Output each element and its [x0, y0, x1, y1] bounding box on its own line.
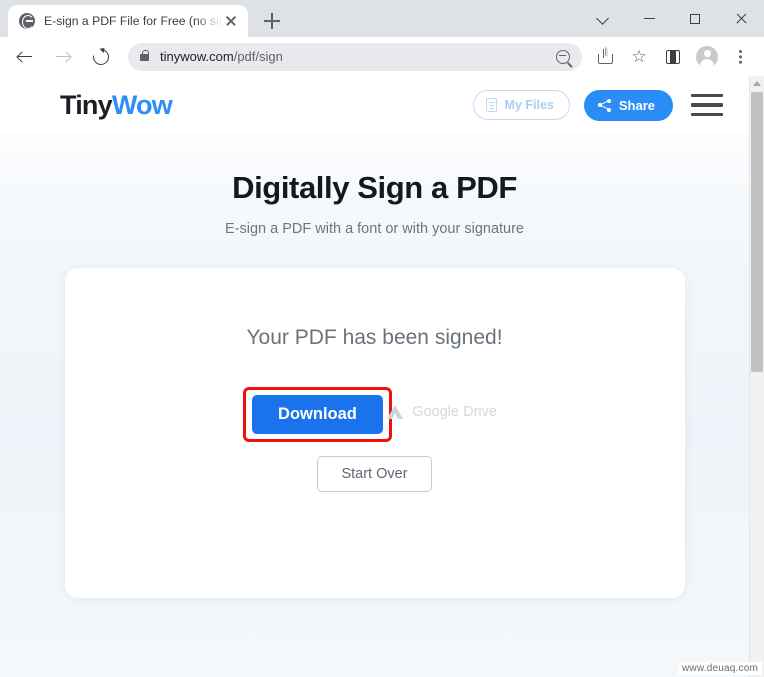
start-over-button[interactable]: Start Over — [317, 456, 432, 492]
back-button[interactable] — [10, 42, 40, 72]
kebab-menu-icon — [739, 49, 743, 65]
share-icon — [597, 49, 613, 64]
forward-arrow-icon — [55, 49, 71, 65]
page-scrollbar[interactable] — [749, 76, 764, 677]
browser-menu-button[interactable] — [726, 42, 756, 72]
globe-icon — [19, 13, 35, 29]
browser-toolbar: tinywow.com/pdf/sign ☆ — [0, 37, 764, 76]
lock-icon — [140, 49, 150, 61]
star-icon: ☆ — [631, 47, 647, 66]
download-button[interactable]: Download — [252, 395, 383, 434]
result-card: Your PDF has been signed! Download Googl… — [64, 268, 685, 598]
google-drive-icon — [387, 405, 404, 419]
bookmark-button[interactable]: ☆ — [624, 42, 654, 72]
page-title: Digitally Sign a PDF — [232, 170, 517, 205]
logo-wow: Wow — [111, 89, 173, 120]
forward-button[interactable] — [48, 42, 78, 72]
google-drive-button[interactable]: Google Drive — [387, 404, 497, 420]
site-logo[interactable]: TinyWow — [60, 89, 173, 121]
scroll-up-arrow[interactable] — [750, 77, 764, 90]
share-page-button[interactable]: Share — [583, 89, 673, 121]
hero-section: Digitally Sign a PDF E-sign a PDF with a… — [0, 134, 749, 237]
minimize-icon — [643, 17, 655, 20]
url-path: /pdf/sign — [233, 49, 283, 64]
window-close-button[interactable] — [718, 0, 764, 37]
browser-window: E-sign a PDF File for Free (no sig tinyw… — [0, 0, 764, 677]
back-arrow-icon — [17, 49, 33, 65]
signed-status-message: Your PDF has been signed! — [246, 326, 503, 349]
my-files-button[interactable]: My Files — [472, 90, 570, 120]
tab-close-icon[interactable] — [222, 12, 240, 30]
side-panel-icon — [666, 49, 680, 64]
profile-button[interactable] — [692, 42, 722, 72]
maximize-button[interactable] — [672, 0, 718, 37]
address-bar-text: tinywow.com/pdf/sign — [160, 49, 283, 64]
window-controls — [580, 0, 764, 37]
share-nodes-icon — [597, 98, 611, 112]
minimize-button[interactable] — [626, 0, 672, 37]
url-domain: tinywow.com — [160, 49, 234, 64]
tab-search-button[interactable] — [580, 0, 626, 37]
header-actions: My Files Share — [472, 89, 723, 121]
page-viewport: TinyWow My Files Share Digitally Sign a … — [0, 76, 764, 677]
tab-title: E-sign a PDF File for Free (no sig — [44, 14, 222, 28]
site-header: TinyWow My Files Share — [0, 76, 749, 134]
reload-icon — [89, 45, 113, 68]
side-panel-button[interactable] — [658, 42, 688, 72]
share-label: Share — [618, 97, 655, 113]
logo-tiny: Tiny — [60, 89, 113, 120]
watermark: www.deuaq.com — [678, 662, 762, 675]
document-icon — [485, 98, 497, 112]
maximize-icon — [690, 13, 700, 24]
share-button[interactable] — [590, 42, 620, 72]
page-subtitle: E-sign a PDF with a font or with your si… — [225, 221, 524, 237]
avatar-icon — [696, 45, 718, 68]
address-bar[interactable]: tinywow.com/pdf/sign — [128, 42, 582, 71]
download-button-wrapper: Download — [243, 387, 392, 442]
reload-button[interactable] — [86, 42, 116, 72]
tab-strip: E-sign a PDF File for Free (no sig — [0, 0, 764, 37]
close-icon — [735, 13, 747, 25]
scrollbar-thumb[interactable] — [751, 92, 763, 372]
web-page: TinyWow My Files Share Digitally Sign a … — [0, 76, 749, 677]
hamburger-icon[interactable] — [691, 94, 723, 116]
browser-tab[interactable]: E-sign a PDF File for Free (no sig — [8, 5, 248, 37]
zoom-out-icon[interactable] — [556, 49, 570, 64]
google-drive-label: Google Drive — [412, 404, 497, 420]
my-files-label: My Files — [504, 98, 554, 112]
new-tab-button[interactable] — [258, 7, 286, 35]
chevron-down-icon — [598, 13, 609, 24]
